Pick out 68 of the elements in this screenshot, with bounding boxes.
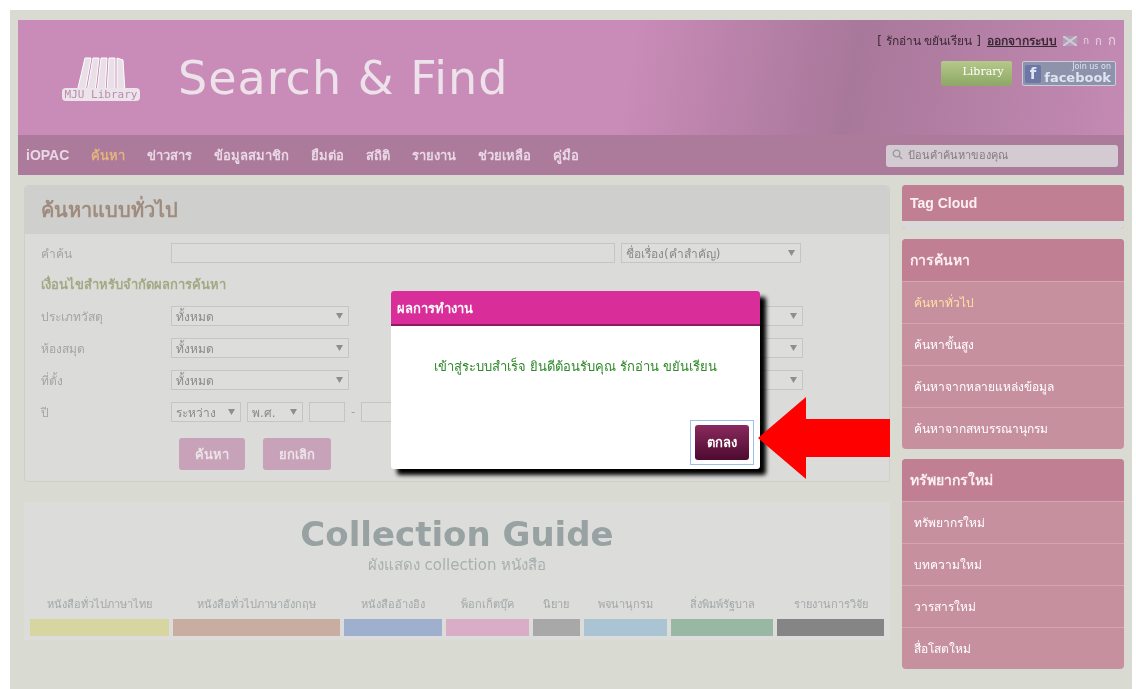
sidebar-heading: ทรัพยากรใหม่ xyxy=(902,459,1124,501)
field-label: ห้องสมุด xyxy=(41,340,86,358)
sidebar-item[interactable]: ค้นหาจากหลายแหล่งข้อมูล xyxy=(902,365,1124,407)
nav-item[interactable]: สถิติ xyxy=(355,144,402,166)
nav-item[interactable]: ยืมต่อ xyxy=(300,144,356,166)
category-label: หนังสือทั่วไปภาษาไทย xyxy=(47,595,153,614)
sidebar-item[interactable]: สื่อโสตใหม่ xyxy=(902,627,1124,669)
logo-text: MJU Library xyxy=(61,88,141,101)
category-label: หนังสือทั่วไปภาษาอังกฤษ xyxy=(197,595,317,614)
sidebar-item[interactable]: วารสารใหม่ xyxy=(902,585,1124,627)
sidebar-item[interactable]: บทความใหม่ xyxy=(902,543,1124,585)
font-size-button[interactable]: ก xyxy=(1108,30,1116,51)
section-heading: เงื่อนไขสำหรับจำกัดผลการค้นหา xyxy=(41,274,227,294)
nav-item[interactable]: ข่าวสาร xyxy=(136,144,204,166)
sidebar-heading: การค้นหา xyxy=(902,239,1124,281)
nav-item[interactable]: iOPAC xyxy=(24,147,81,163)
search-field-select[interactable]: ชื่อเรื่อง(คำสำคัญ) xyxy=(621,243,801,263)
panel-title: ค้นหาแบบทั่วไป xyxy=(41,198,178,222)
font-size-button[interactable]: ก xyxy=(1083,33,1089,48)
filter-select[interactable]: ทั้งหมด xyxy=(171,338,349,358)
category-label: หนังสืออ้างอิง xyxy=(361,597,425,614)
font-size-button[interactable]: ก xyxy=(1095,31,1102,50)
era-select[interactable]: พ.ศ. xyxy=(247,402,303,422)
site-title: Search & Find xyxy=(178,50,509,105)
sidebar-item[interactable]: ค้นหาทั่วไป xyxy=(902,281,1124,323)
field-label: ประเภทวัสดุ xyxy=(41,308,104,326)
caret-icon xyxy=(336,313,343,319)
nav-item[interactable]: ค้นหา xyxy=(80,144,137,166)
filter-select[interactable]: ทั้งหมด xyxy=(171,306,349,326)
field-label: ปี xyxy=(41,404,50,422)
dialog-title: ผลการทำงาน xyxy=(391,291,760,326)
category-label: สิ่งพิมพ์รัฐบาล xyxy=(689,595,755,614)
category-label: รายงานการวิจัย xyxy=(793,597,868,614)
ok-button[interactable]: ตกลง xyxy=(695,425,749,460)
sidebar-item[interactable]: ค้นหาขั้นสูง xyxy=(902,323,1124,365)
filter-select[interactable]: ทั้งหมด xyxy=(171,370,349,390)
sidebar-item[interactable]: ค้นหาจากสหบรรณานุกรม xyxy=(902,407,1124,449)
search-field[interactable]: ป้อนคำค้นหาของคุณ xyxy=(886,144,1118,167)
guide-title: Collection Guide xyxy=(300,516,614,554)
keyword-input-field[interactable] xyxy=(171,243,615,263)
range-separator: - xyxy=(351,405,356,419)
caret-icon xyxy=(788,250,795,256)
caret-icon xyxy=(290,409,297,415)
caret-icon xyxy=(336,345,343,351)
form-button[interactable]: ยกเลิก xyxy=(263,438,331,470)
flag-icon[interactable] xyxy=(1063,35,1077,46)
caret-icon xyxy=(790,377,797,383)
sidebar-item[interactable]: ทรัพยากรใหม่ xyxy=(902,501,1124,543)
caret-icon xyxy=(790,345,797,351)
caret-icon xyxy=(336,377,343,383)
sidebar-heading[interactable]: Tag Cloud xyxy=(902,185,1124,221)
form-button[interactable]: ค้นหา xyxy=(179,438,245,470)
nav-item[interactable]: คู่มือ xyxy=(542,144,591,166)
nav-item[interactable]: ข้อมูลสมาชิก xyxy=(203,144,301,166)
nav-item[interactable]: รายงาน xyxy=(401,144,468,166)
logout-link[interactable]: ออกจากระบบ xyxy=(987,31,1057,50)
nav-item[interactable]: ช่วยเหลือ xyxy=(467,144,543,166)
library-badge[interactable]: Library xyxy=(940,61,1012,86)
dialog-message: เข้าสู่ระบบสำเร็จ ยินดีต้อนรับคุณ รักอ่าน ขยันเรียน xyxy=(432,356,719,377)
caret-icon xyxy=(228,409,235,415)
range-select[interactable]: ระหว่าง xyxy=(171,402,241,422)
caret-icon xyxy=(790,313,797,319)
category-label: นิยาย xyxy=(543,597,570,614)
year-from-field[interactable] xyxy=(309,402,345,422)
user-name: [ รักอ่าน ขยันเรียน ] xyxy=(877,33,981,50)
pointer-arrow-icon xyxy=(758,397,890,479)
field-label: ที่ตั้ง xyxy=(41,371,64,390)
category-label: พจนานุกรม xyxy=(597,597,653,614)
